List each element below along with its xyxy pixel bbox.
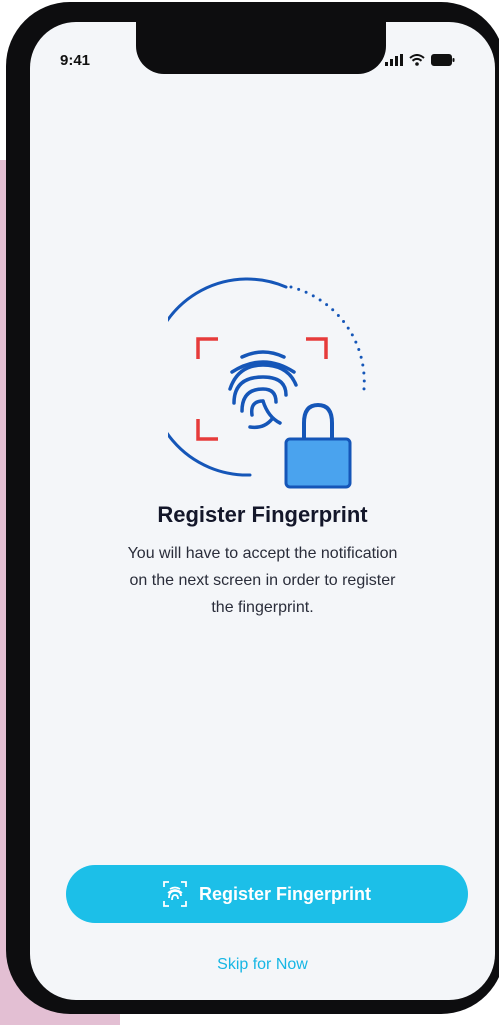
wifi-icon [409, 53, 425, 71]
fingerprint-lock-illustration [147, 277, 378, 492]
page: 9:41 Register Fingerprint You will have … [0, 0, 499, 1025]
battery-icon [431, 53, 455, 71]
phone-frame: 9:41 Register Fingerprint You will have … [6, 2, 499, 1014]
page-title: Register Fingerprint [157, 502, 368, 527]
skip-for-now-link[interactable]: Skip for Now [30, 956, 495, 974]
register-fingerprint-button[interactable]: Register Fingerprint [66, 865, 468, 923]
description-text: You will have to accept the notification… [127, 545, 398, 616]
register-fingerprint-label: Register Fingerprint [198, 883, 372, 904]
phone-screen: 9:41 Register Fingerprint You will have … [30, 22, 495, 1000]
status-time: 9:41 [60, 52, 91, 69]
status-icons [385, 53, 455, 71]
fingerprint-scan-icon [163, 881, 187, 907]
notch [136, 22, 386, 74]
signal-bars-icon [385, 53, 403, 71]
